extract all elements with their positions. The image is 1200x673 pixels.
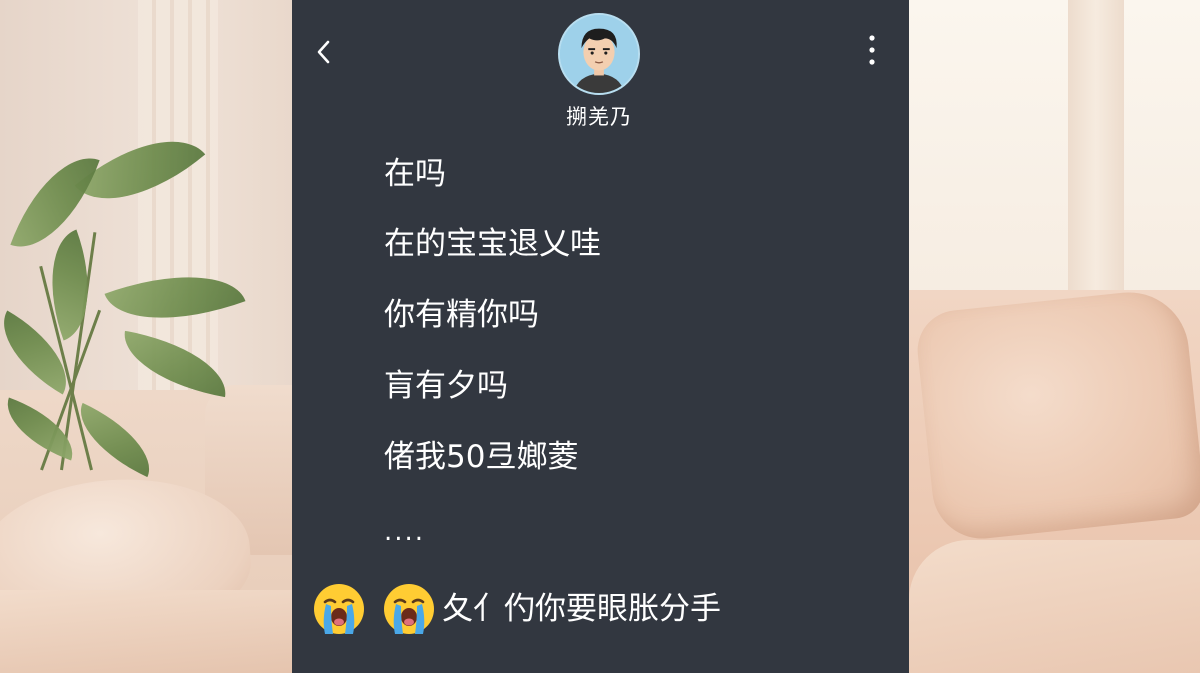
back-button[interactable] [306, 30, 342, 74]
more-options-button[interactable] [857, 30, 887, 70]
chat-message-text: 夂亻仢你要眼胀分手 [442, 591, 721, 627]
screen: 搠羌乃 在吗 在的宝宝退乂哇 你有精你吗 肓有夕吗 偖我50弖嫏菱 .... 夂… [0, 0, 1200, 673]
background-window [909, 0, 1200, 310]
chat-message: 你有精你吗 [384, 297, 539, 333]
loudly-crying-face-icon [312, 582, 366, 636]
avatar-boy-icon [560, 15, 638, 93]
chat-message: 在吗 [384, 156, 446, 192]
background-window-frame [1068, 0, 1124, 300]
chat-message: 肓有夕吗 [384, 368, 508, 404]
contact-avatar[interactable] [558, 13, 640, 95]
loudly-crying-face-icon [382, 582, 436, 636]
chevron-left-icon [314, 38, 334, 66]
background-blanket-right [909, 540, 1200, 673]
background-pillow-right [913, 286, 1200, 544]
chat-message-last: 夂亻仢你要眼胀分手 [312, 582, 721, 636]
background-blanket-left [0, 590, 292, 673]
vertical-ellipsis-icon [868, 34, 876, 66]
chat-message: 偖我50弖嫏菱 [384, 439, 579, 475]
chat-message: 在的宝宝退乂哇 [384, 226, 601, 262]
chat-panel: 搠羌乃 在吗 在的宝宝退乂哇 你有精你吗 肓有夕吗 偖我50弖嫏菱 .... 夂… [292, 0, 909, 673]
contact-name: 搠羌乃 [566, 105, 632, 129]
chat-message: .... [384, 517, 426, 547]
